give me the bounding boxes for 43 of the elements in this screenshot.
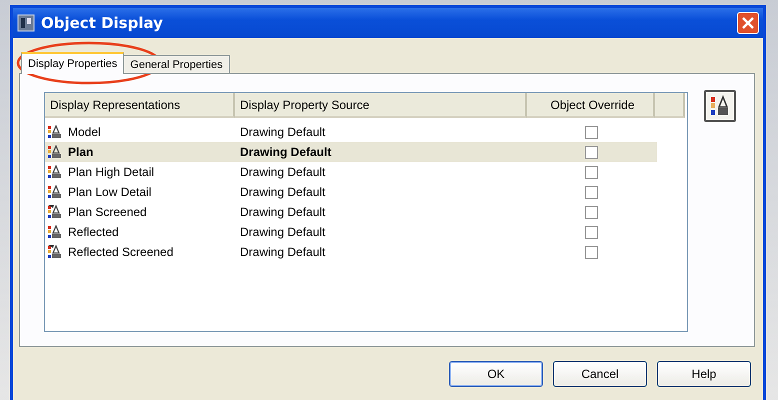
representation-name: Reflected Screened — [68, 245, 174, 259]
override-checkbox[interactable] — [584, 206, 598, 218]
representation-name: Model — [68, 125, 101, 139]
list-row[interactable]: Plan Screened Drawing Default — [45, 202, 657, 222]
column-header[interactable]: Object Override — [527, 93, 655, 118]
override-checkbox[interactable] — [584, 146, 598, 158]
tab[interactable]: Display Properties — [21, 52, 124, 74]
representation-name: Plan — [68, 145, 94, 159]
representation-name: Reflected — [68, 225, 119, 239]
property-source: Drawing Default — [239, 125, 326, 139]
property-source: Drawing Default — [239, 145, 332, 159]
list-row[interactable]: Plan Low Detail Drawing Default — [45, 182, 657, 202]
display-properties-button[interactable] — [704, 90, 736, 122]
property-source: Drawing Default — [239, 245, 326, 259]
property-source: Drawing Default — [239, 165, 326, 179]
list-row[interactable]: Plan High Detail Drawing Default — [45, 162, 657, 182]
close-button[interactable] — [737, 12, 759, 34]
close-icon — [741, 16, 755, 30]
window-icon — [17, 14, 35, 32]
tab[interactable]: General Properties — [123, 55, 230, 74]
representation-name: Plan High Detail — [68, 165, 154, 179]
column-header[interactable]: Display Representations — [45, 93, 235, 118]
display-properties-icon — [710, 95, 730, 117]
list-row[interactable]: Model Drawing Default — [45, 122, 657, 142]
override-checkbox[interactable] — [584, 226, 598, 238]
list-row[interactable]: Reflected Screened Drawing Default — [45, 242, 657, 262]
override-checkbox[interactable] — [584, 246, 598, 258]
override-checkbox[interactable] — [584, 126, 598, 138]
property-source: Drawing Default — [239, 205, 326, 219]
dialog-button[interactable]: OK — [449, 361, 543, 387]
column-header — [655, 93, 685, 118]
column-header[interactable]: Display Property Source — [235, 93, 527, 118]
property-source: Drawing Default — [239, 225, 326, 239]
dialog-button[interactable]: Cancel — [553, 361, 647, 387]
representation-name: Plan Screened — [68, 205, 147, 219]
window-title: Object Display — [41, 14, 164, 32]
representation-name: Plan Low Detail — [68, 185, 152, 199]
property-source: Drawing Default — [239, 185, 326, 199]
override-checkbox[interactable] — [584, 166, 598, 178]
override-checkbox[interactable] — [584, 186, 598, 198]
list-row[interactable]: Plan Drawing Default — [45, 142, 657, 162]
list-row[interactable]: Reflected Drawing Default — [45, 222, 657, 242]
dialog-button[interactable]: Help — [657, 361, 751, 387]
